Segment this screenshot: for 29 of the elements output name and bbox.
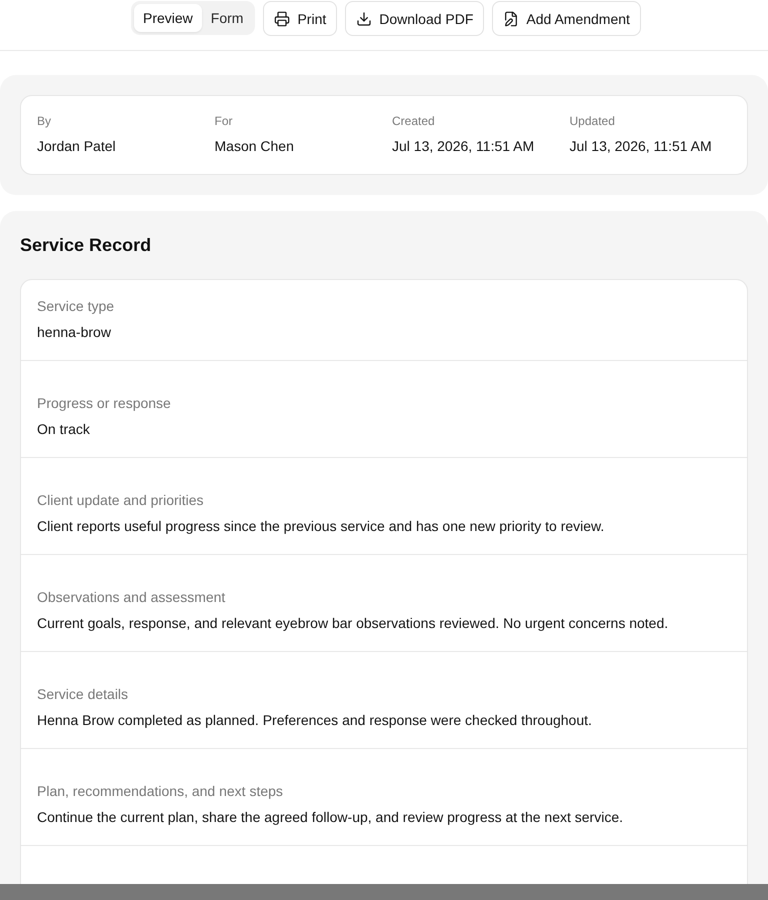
meta-label: Created [392, 113, 436, 129]
field-value: Client reports useful progress since the previous service and has one new priority to review. [37, 517, 606, 536]
meta-value: Jul 13, 2026, 11:51 AM [570, 137, 713, 156]
field-label: Service details [37, 685, 130, 703]
meta-value: Jul 13, 2026, 11:51 AM [392, 137, 536, 156]
field-value: henna-brow [37, 323, 112, 342]
field-value: Henna Brow completed as planned. Preferences and response were checked throughout. [37, 711, 593, 730]
field-value: Current goals, response, and relevant eyebrow bar observations reviewed. No urgent concerns noted. [37, 614, 670, 633]
view-tab[interactable]: Form [202, 4, 252, 32]
field-label: Observations and assessment [37, 588, 226, 606]
field-label: Progress or response [37, 394, 172, 412]
field-label: Client update and priorities [37, 491, 205, 509]
action-button[interactable]: Print [263, 1, 338, 36]
meta-label: Updated [570, 113, 616, 129]
meta-label: By [37, 113, 52, 129]
meta-value: Jordan Patel [37, 137, 117, 156]
action-button[interactable]: Add Amendment [492, 1, 641, 36]
action-button[interactable]: Download PDF [345, 1, 484, 36]
meta-value: Mason Chen [214, 137, 295, 156]
printer-icon [274, 10, 290, 26]
field-label: Service type [37, 297, 116, 315]
view-tab[interactable]: Preview [134, 4, 202, 32]
meta-label: For [214, 113, 234, 129]
download-icon [356, 10, 372, 26]
section-title: Service Record [20, 234, 152, 257]
field-value: On track [37, 420, 91, 439]
field-label: Plan, recommendations, and next steps [37, 782, 284, 800]
file-pen-icon [503, 10, 520, 26]
field-value: Continue the current plan, share the agreed follow-up, and review progress at the next service. [37, 808, 624, 827]
